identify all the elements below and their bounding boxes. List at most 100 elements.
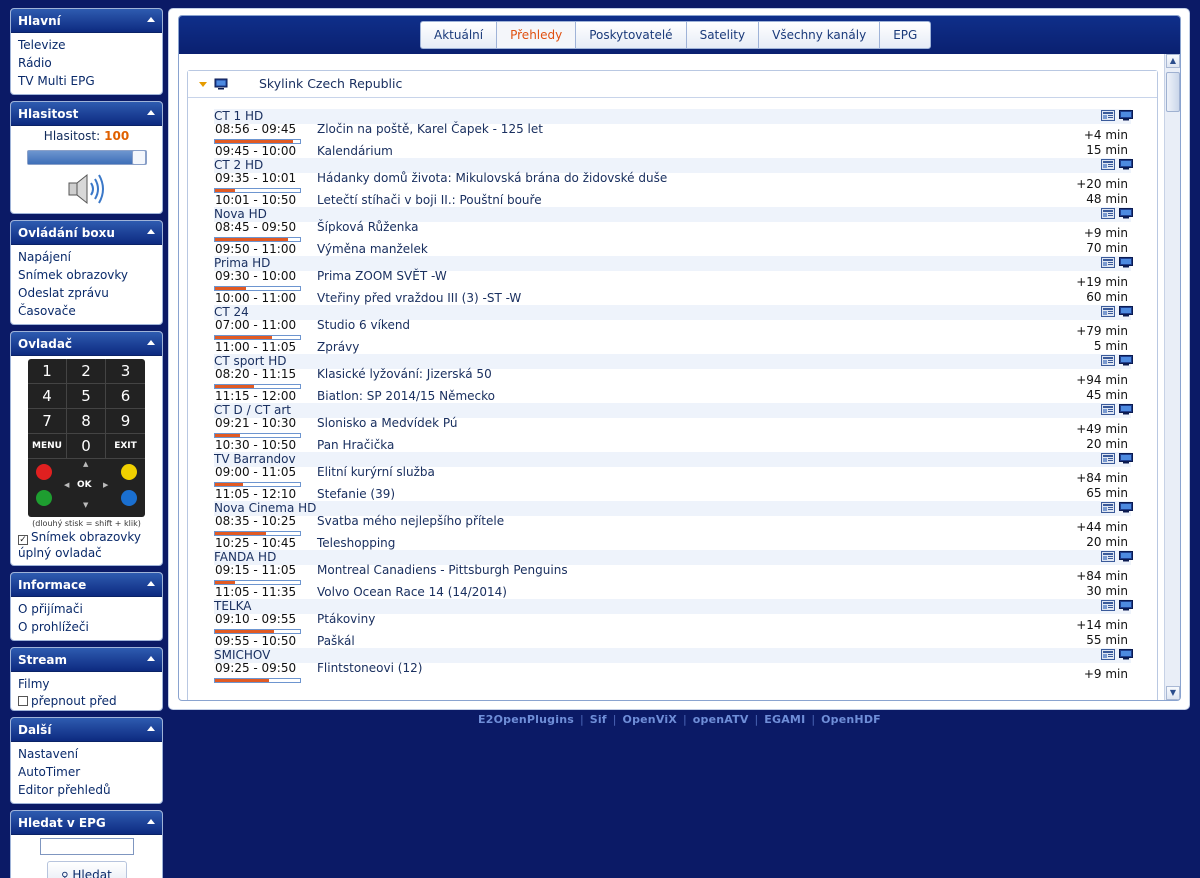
remote-key-4[interactable]: 4 [28,384,67,409]
remote-key-3[interactable]: 3 [106,359,145,384]
now-event-row[interactable]: 08:56 - 09:45 Zločin na poště, Karel Čape… [214,122,1131,144]
now-event-row[interactable]: 09:25 - 09:50 Flintstoneovi (12) +9 min [214,661,1131,683]
epg-icon[interactable] [1101,649,1116,660]
next-event-row[interactable]: 11:05 - 12:10 Stefanie (39) 65 min [214,484,1131,501]
now-event-row[interactable]: 09:35 - 10:01 Hádanky domů života: Mikulo… [214,171,1131,193]
panel-box-control-header[interactable]: Ovládání boxu [11,221,162,245]
event-title[interactable]: Studio 6 víkend [317,316,410,334]
full-remote-link[interactable]: úplný ovladač [18,545,155,561]
event-title[interactable]: Hádanky domů života: Mikulovská brána do… [317,169,667,187]
zap-tv-icon[interactable] [1119,404,1133,415]
remote-key-0[interactable]: 0 [67,434,106,459]
sidebar-item-timers[interactable]: Časovače [18,302,155,320]
next-event-row[interactable]: 10:00 - 11:00 Vteřiny před vraždou III (3… [214,288,1131,305]
scroll-thumb[interactable] [1166,72,1180,112]
remote-key-6[interactable]: 6 [106,384,145,409]
zap-tv-icon[interactable] [1119,453,1133,464]
speaker-icon[interactable] [65,171,109,207]
zap-tv-icon[interactable] [1119,355,1133,366]
switch-before-row[interactable]: přepnout před [18,693,155,709]
screenshot-checkbox[interactable]: ✓ [18,535,28,545]
epg-search-input[interactable] [39,838,134,855]
next-event-row[interactable]: 09:55 - 10:50 Paškál 55 min [214,631,1131,648]
next-event-row[interactable]: 10:01 - 10:50 Letečtí stíhači v boji II.:… [214,190,1131,207]
now-event-row[interactable]: 09:00 - 11:05 Elitní kurýrní služba +84 mi… [214,465,1131,487]
remote-key-2[interactable]: 2 [67,359,106,384]
tab-satellites[interactable]: Satelity [685,21,759,49]
panel-main-header[interactable]: Hlavní [11,9,162,33]
event-title[interactable]: Flintstoneovi (12) [317,659,422,677]
panel-stream-header[interactable]: Stream [11,648,162,672]
sidebar-item-settings[interactable]: Nastavení [18,745,155,763]
now-event-row[interactable]: 09:15 - 11:05 Montreal Canadiens - Pittsb… [214,563,1131,585]
scroll-up-arrow-icon[interactable]: ▲ [1166,54,1180,68]
panel-search-header[interactable]: Hledat v EPG [11,811,162,835]
collapse-icon[interactable] [147,229,155,234]
scroll-down-arrow-icon[interactable]: ▼ [1166,686,1180,700]
panel-remote-header[interactable]: Ovladač [11,332,162,356]
tab-providers[interactable]: Poskytovatelé [575,21,686,49]
sidebar-item-about-receiver[interactable]: O přijímači [18,600,155,618]
event-title[interactable]: Šípková Růženka [317,218,418,236]
zap-tv-icon[interactable] [1119,208,1133,219]
now-event-row[interactable]: 09:10 - 09:55 Ptákoviny +14 min [214,612,1131,634]
panel-info-header[interactable]: Informace [11,573,162,597]
zap-tv-icon[interactable] [1119,159,1133,170]
tab-epg[interactable]: EPG [879,21,932,49]
tab-all-channels[interactable]: Všechny kanály [758,21,880,49]
collapse-icon[interactable] [147,110,155,115]
collapse-icon[interactable] [147,819,155,824]
next-event-row[interactable]: 11:00 - 11:05 Zprávy 5 min [214,337,1131,354]
sidebar-item-television[interactable]: Televize [18,36,155,54]
remote-yellow-button[interactable] [121,464,137,480]
sidebar-item-movies[interactable]: Filmy [18,675,155,693]
epg-icon[interactable] [1101,453,1116,464]
footer-link-egami[interactable]: EGAMI [764,713,805,726]
epg-icon[interactable] [1101,502,1116,513]
now-event-row[interactable]: 07:00 - 11:00 Studio 6 víkend +79 min [214,318,1131,340]
collapse-icon[interactable] [147,726,155,731]
epg-icon[interactable] [1101,208,1116,219]
volume-slider-handle[interactable] [131,150,146,165]
collapse-icon[interactable] [147,17,155,22]
expand-triangle-icon[interactable] [199,82,207,87]
sidebar-item-about-browser[interactable]: O prohlížeči [18,618,155,636]
zap-tv-icon[interactable] [1119,649,1133,660]
now-event-row[interactable]: 08:35 - 10:25 Svatba mého nejlepšího přít… [214,514,1131,536]
sidebar-item-screenshot[interactable]: Snímek obrazovky [18,266,155,284]
next-event-row[interactable]: 10:25 - 10:45 Teleshopping 20 min [214,533,1131,550]
sidebar-item-autotimer[interactable]: AutoTimer [18,763,155,781]
remote-key-9[interactable]: 9 [106,409,145,434]
epg-icon[interactable] [1101,404,1116,415]
epg-icon[interactable] [1101,355,1116,366]
tab-bouquets[interactable]: Přehledy [496,21,576,49]
panel-more-header[interactable]: Další [11,718,162,742]
event-title[interactable]: Montreal Canadiens - Pittsburgh Penguins [317,561,568,579]
remote-key-1[interactable]: 1 [28,359,67,384]
remote-blue-button[interactable] [121,490,137,506]
now-event-row[interactable]: 08:20 - 11:15 Klasické lyžování: Jizerská… [214,367,1131,389]
epg-icon[interactable] [1101,306,1116,317]
collapse-icon[interactable] [147,581,155,586]
remote-key-7[interactable]: 7 [28,409,67,434]
zap-tv-icon[interactable] [1119,502,1133,513]
remote-left-arrow-icon[interactable]: ◀ [64,481,69,489]
sidebar-item-send-message[interactable]: Odeslat zprávu [18,284,155,302]
remote-red-button[interactable] [36,464,52,480]
next-event-row[interactable]: 09:50 - 11:00 Výměna manželek 70 min [214,239,1131,256]
next-event-row[interactable]: 10:30 - 10:50 Pan Hračička 20 min [214,435,1131,452]
remote-down-arrow-icon[interactable]: ▼ [83,501,88,509]
collapse-icon[interactable] [147,656,155,661]
switch-before-checkbox[interactable] [18,696,28,706]
next-event-row[interactable]: 11:15 - 12:00 Biatlon: SP 2014/15 Německo… [214,386,1131,403]
footer-link-e2openplugins[interactable]: E2OpenPlugins [478,713,574,726]
collapse-icon[interactable] [147,340,155,345]
event-title[interactable]: Klasické lyžování: Jizerská 50 [317,365,492,383]
zap-tv-icon[interactable] [1119,551,1133,562]
tab-current[interactable]: Aktuální [420,21,497,49]
remote-key-exit[interactable]: EXIT [106,434,145,459]
event-title[interactable]: Ptákoviny [317,610,375,628]
footer-link-openhdf[interactable]: OpenHDF [821,713,881,726]
epg-icon[interactable] [1101,551,1116,562]
footer-link-openvix[interactable]: OpenViX [623,713,678,726]
